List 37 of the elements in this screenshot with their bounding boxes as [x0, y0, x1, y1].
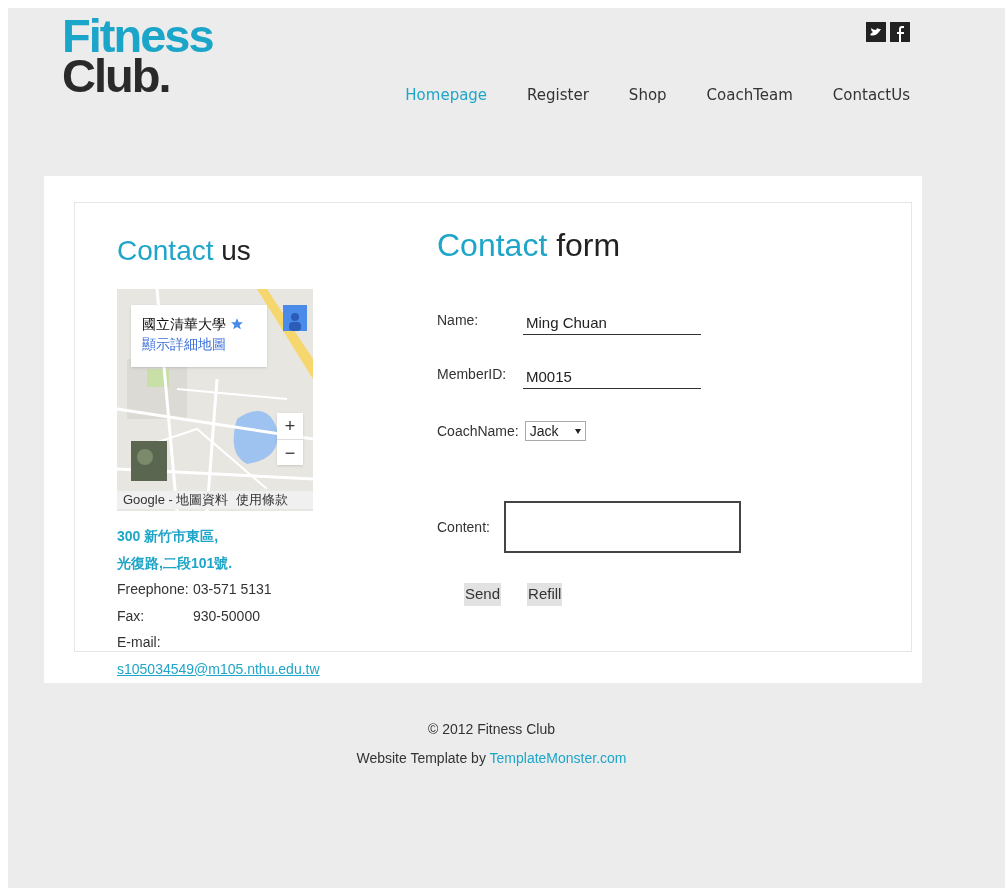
- text-field[interactable]: M0015: [523, 365, 701, 389]
- section-title: Contact us: [117, 234, 252, 268]
- facebook-icon[interactable]: [890, 22, 910, 42]
- zoom-in-button[interactable]: +: [277, 413, 303, 439]
- map-attribution: Google - 地圖資料: [123, 491, 229, 509]
- section-title: Contact form: [437, 226, 622, 265]
- address-line: 300 新竹市東區,: [117, 527, 220, 546]
- field-label: CoachName:: [437, 421, 519, 441]
- nav-link[interactable]: Register: [527, 84, 589, 107]
- logo-text: Club.: [62, 56, 170, 96]
- contact-label: Fax:: [117, 606, 146, 626]
- address-line: 光復路,二段101號.: [117, 553, 234, 573]
- content-field[interactable]: [504, 501, 741, 553]
- contact-value: 03-571 5131: [193, 580, 272, 599]
- credit-text: Website Template by TemplateMonster.com: [356, 749, 627, 768]
- nav-link[interactable]: Shop: [628, 84, 667, 107]
- contact-label: Freephone:: [117, 580, 190, 599]
- twitter-icon[interactable]: [866, 22, 886, 42]
- nav-link[interactable]: CoachTeam: [706, 84, 793, 107]
- copyright-text: © 2012 Fitness Club: [427, 720, 555, 739]
- coach-select[interactable]: Jack: [524, 421, 586, 441]
- nav-link[interactable]: ContactUs: [832, 84, 910, 107]
- zoom-out-button[interactable]: −: [277, 439, 303, 465]
- star-icon[interactable]: [230, 317, 244, 331]
- caret-icon: [574, 428, 581, 434]
- field-label: Content:: [437, 517, 491, 537]
- logo-text: Fitness: [62, 16, 213, 56]
- terms-link[interactable]: 使用條款: [236, 491, 289, 509]
- form-button[interactable]: Send: [464, 583, 502, 606]
- contact-value: 930-50000: [193, 606, 260, 626]
- place-name: 國立清華大學: [142, 315, 226, 334]
- text-field[interactable]: Ming Chuan: [523, 311, 701, 335]
- field-label: MemberID:: [437, 365, 508, 384]
- field-label: Name:: [437, 311, 480, 330]
- details-link[interactable]: 顯示詳細地圖: [142, 334, 256, 354]
- form-button[interactable]: Refill: [527, 583, 563, 606]
- contact-label: E-mail:: [117, 633, 162, 652]
